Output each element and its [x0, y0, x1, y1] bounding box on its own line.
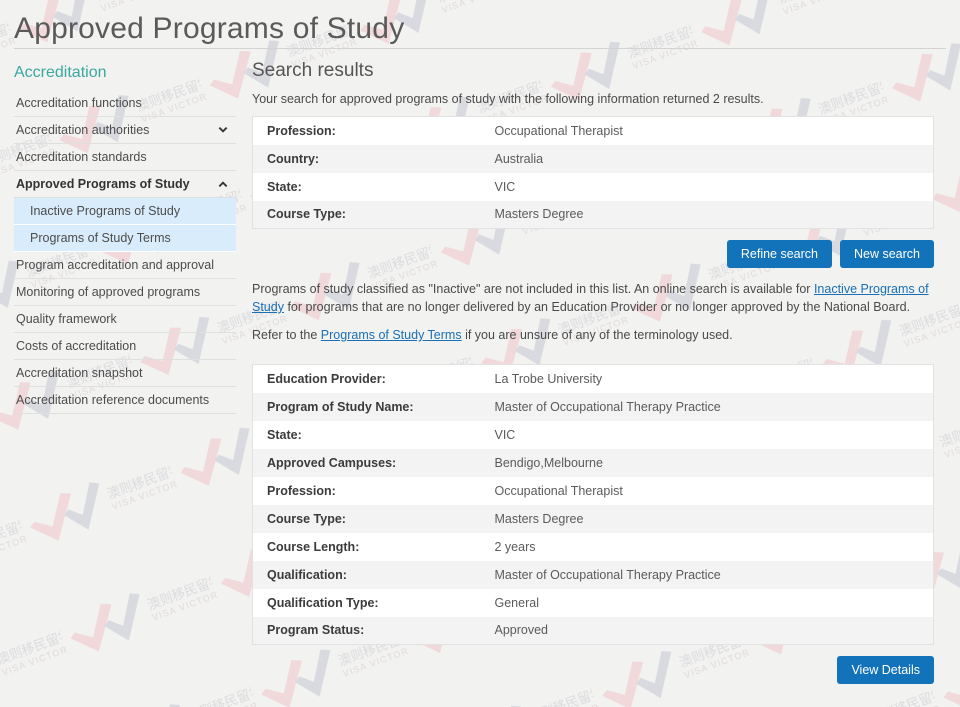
- sidebar-item-accreditation-reference-documents[interactable]: Accreditation reference documents: [14, 387, 236, 414]
- row-value: Masters Degree: [494, 511, 584, 526]
- programs-of-study-terms-link[interactable]: Programs of Study Terms: [321, 328, 462, 342]
- table-row: Program Status: Approved: [252, 616, 934, 645]
- row-label: Course Length:: [267, 539, 360, 554]
- row-value: General: [494, 595, 539, 610]
- sidebar-item-label: Accreditation standards: [16, 150, 147, 164]
- sidebar-item-approved-programs-of-study[interactable]: Approved Programs of Study: [14, 171, 236, 198]
- result-action-buttons: View Details: [252, 656, 934, 684]
- sidebar-navigation: Accreditation Accreditation functions Acc…: [0, 60, 236, 414]
- sidebar-item-label: Accreditation functions: [16, 96, 142, 110]
- row-label: Profession:: [267, 123, 336, 138]
- row-label: Qualification:: [267, 567, 347, 582]
- sidebar-item-programs-of-study-terms[interactable]: Programs of Study Terms: [14, 225, 236, 252]
- sidebar-item-accreditation-authorities[interactable]: Accreditation authorities: [14, 117, 236, 144]
- table-row: Course Length: 2 years: [252, 532, 934, 561]
- table-row: Education Provider: La Trobe University: [252, 364, 934, 393]
- table-row: Approved Campuses: Bendigo,Melbourne: [252, 448, 934, 477]
- terminology-note: Refer to the Programs of Study Terms if …: [252, 326, 942, 344]
- sidebar-item-label: Monitoring of approved programs: [16, 285, 201, 299]
- row-label: State:: [267, 427, 302, 442]
- row-value: Approved: [494, 623, 549, 638]
- row-value: La Trobe University: [494, 371, 603, 386]
- sidebar-heading: Accreditation: [14, 64, 107, 81]
- page-title: Approved Programs of Study: [14, 12, 405, 45]
- table-row: Country: Australia: [252, 144, 934, 173]
- table-row: Qualification Type: General: [252, 588, 934, 617]
- row-label: Profession:: [267, 483, 336, 498]
- table-row: Course Type: Masters Degree: [252, 504, 934, 533]
- search-results-title: Search results: [252, 60, 374, 81]
- program-result-table: Education Provider: La Trobe University Pr…: [252, 364, 934, 645]
- row-value: Occupational Therapist: [494, 123, 623, 138]
- terminology-note-part1: Refer to the: [252, 328, 321, 342]
- chevron-up-icon: [218, 181, 228, 187]
- sidebar-item-label: Programs of Study Terms: [30, 231, 171, 245]
- terminology-note-part2: if you are unsure of any of the terminol…: [461, 328, 733, 342]
- view-details-button[interactable]: View Details: [837, 656, 934, 684]
- sidebar-item-label: Program accreditation and approval: [16, 258, 215, 272]
- row-label: Qualification Type:: [267, 595, 379, 610]
- sidebar-item-inactive-programs-of-study[interactable]: Inactive Programs of Study: [14, 198, 236, 225]
- table-row: Qualification: Master of Occupational The…: [252, 560, 934, 589]
- sidebar-item-label: Inactive Programs of Study: [30, 204, 181, 218]
- table-row: Program of Study Name: Master of Occupati…: [252, 392, 934, 421]
- search-criteria-table: Profession: Occupational Therapist Country…: [252, 116, 934, 229]
- new-search-button[interactable]: New search: [840, 240, 934, 268]
- chevron-down-icon: [218, 127, 228, 133]
- row-label: Course Type:: [267, 207, 346, 222]
- row-label: Approved Campuses:: [267, 455, 397, 470]
- row-label: Course Type:: [267, 511, 346, 526]
- row-value: Master of Occupational Therapy Practice: [494, 399, 721, 414]
- inactive-note-part1: Programs of study classified as "Inactiv…: [252, 282, 814, 296]
- content-area: Search results Your search for approved …: [236, 60, 960, 684]
- inactive-note-part2: for programs that are no longer delivere…: [283, 300, 911, 314]
- sidebar-item-label: Approved Programs of Study: [16, 177, 190, 191]
- sidebar-item-label: Accreditation reference documents: [16, 393, 210, 407]
- row-value: VIC: [494, 427, 516, 442]
- row-value: Masters Degree: [494, 207, 584, 222]
- sidebar-item-list: Accreditation functions Accreditation aut…: [14, 90, 236, 414]
- row-label: Education Provider:: [267, 371, 386, 386]
- row-value: 2 years: [494, 539, 536, 554]
- row-value: Master of Occupational Therapy Practice: [494, 567, 721, 582]
- row-label: Program of Study Name:: [267, 399, 414, 414]
- table-row: Profession: Occupational Therapist: [252, 476, 934, 505]
- sidebar-item-accreditation-standards[interactable]: Accreditation standards: [14, 144, 236, 171]
- sidebar-item-label: Quality framework: [16, 312, 117, 326]
- sidebar-item-label: Accreditation snapshot: [16, 366, 143, 380]
- row-label: Program Status:: [267, 623, 365, 638]
- table-row: State: VIC: [252, 420, 934, 449]
- inactive-programs-note: Programs of study classified as "Inactiv…: [252, 280, 942, 316]
- row-value: VIC: [494, 179, 516, 194]
- header-divider: [14, 48, 946, 49]
- main-layout: Accreditation Accreditation functions Acc…: [0, 48, 960, 684]
- sidebar-item-quality-framework[interactable]: Quality framework: [14, 306, 236, 333]
- row-label: Country:: [267, 151, 320, 166]
- sidebar-item-label: Costs of accreditation: [16, 339, 137, 353]
- refine-search-button[interactable]: Refine search: [726, 240, 832, 268]
- search-action-buttons: Refine search New search: [252, 240, 934, 268]
- table-row: Profession: Occupational Therapist: [252, 116, 934, 145]
- sidebar-item-accreditation-functions[interactable]: Accreditation functions: [14, 90, 236, 117]
- sidebar-item-accreditation-snapshot[interactable]: Accreditation snapshot: [14, 360, 236, 387]
- table-row: Course Type: Masters Degree: [252, 200, 934, 229]
- page-header: Approved Programs of Study: [0, 0, 960, 48]
- row-value: Occupational Therapist: [494, 483, 623, 498]
- row-value: Australia: [494, 151, 544, 166]
- sidebar-item-program-accreditation-and-approval[interactable]: Program accreditation and approval: [14, 252, 236, 279]
- row-label: State:: [267, 179, 302, 194]
- row-value: Bendigo,Melbourne: [494, 455, 603, 470]
- table-row: State: VIC: [252, 172, 934, 201]
- sidebar-item-costs-of-accreditation[interactable]: Costs of accreditation: [14, 333, 236, 360]
- sidebar-item-monitoring-of-approved-programs[interactable]: Monitoring of approved programs: [14, 279, 236, 306]
- search-results-summary: Your search for approved programs of stu…: [252, 92, 764, 106]
- sidebar-item-label: Accreditation authorities: [16, 123, 150, 137]
